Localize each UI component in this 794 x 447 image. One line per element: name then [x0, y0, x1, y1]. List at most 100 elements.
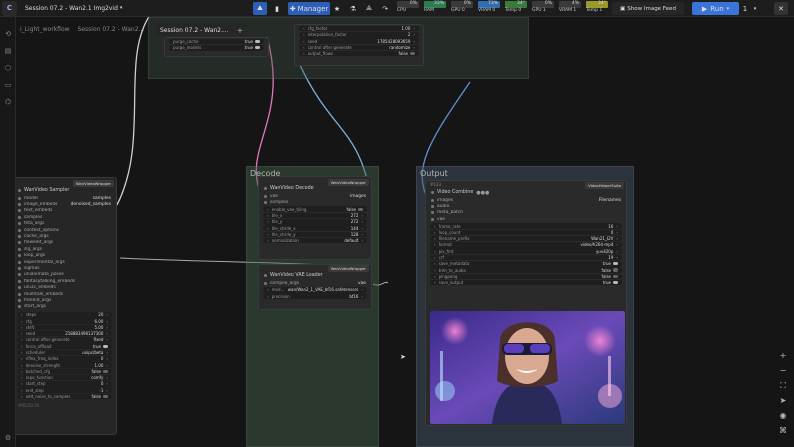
- decrement-icon[interactable]: ‹: [21, 325, 23, 330]
- input-socket-icon[interactable]: [18, 209, 21, 213]
- sampler-widget[interactable]: ‹ batched_cfg false: [17, 368, 112, 375]
- sampler-input[interactable]: sigmas: [13, 265, 116, 271]
- sampler-widget[interactable]: ‹ seed 218883496137300 ›: [17, 330, 112, 337]
- sampler-widget[interactable]: ‹ start_step 0 ›: [17, 381, 112, 387]
- sampler-input[interactable]: loop_args: [13, 253, 116, 259]
- increment-icon[interactable]: ›: [106, 319, 108, 324]
- interp-widget[interactable]: ‹ output_flows false: [299, 50, 419, 57]
- queue-options-icon[interactable]: ▾: [751, 2, 759, 15]
- combine-widget[interactable]: ‹ filename_prefix Wan21_I2V ›: [430, 235, 622, 242]
- sampler-input[interactable]: uni3c_embeds: [13, 284, 116, 290]
- share-icon[interactable]: ⚗: [348, 2, 358, 15]
- session-title[interactable]: Session 07.2 - Wan2.1 Img2vid ▾: [25, 5, 122, 12]
- increment-icon[interactable]: ›: [106, 375, 108, 380]
- increment-icon[interactable]: ›: [616, 255, 618, 260]
- decrement-icon[interactable]: ‹: [303, 45, 305, 50]
- increment-icon[interactable]: ›: [413, 45, 415, 50]
- sampler-widget[interactable]: ‹ riflex_freq_index 0 ›: [17, 356, 112, 362]
- input-socket-icon[interactable]: [264, 194, 267, 198]
- decrement-icon[interactable]: ‹: [21, 337, 23, 342]
- sampler-input[interactable]: freeinit_args: [13, 297, 116, 303]
- sampler-widget[interactable]: ‹ rope_function comfy ›: [17, 374, 112, 381]
- decrement-icon[interactable]: ‹: [267, 219, 269, 224]
- workflow-tab-active[interactable]: Session 07.2 - Wan2.... +: [156, 24, 248, 36]
- combine-widget[interactable]: ‹ crf 19 ›: [430, 254, 622, 261]
- combine-widget[interactable]: ‹ format video/h264-mp4 ›: [430, 242, 622, 248]
- input-socket-icon[interactable]: [431, 211, 434, 215]
- close-icon[interactable]: ✕: [774, 2, 788, 15]
- decrement-icon[interactable]: ‹: [21, 331, 23, 336]
- input-socket-icon[interactable]: [18, 247, 21, 251]
- input-socket-icon[interactable]: [18, 235, 21, 239]
- add-tab-icon[interactable]: +: [237, 26, 244, 35]
- increment-icon[interactable]: ›: [361, 219, 363, 224]
- purge-cache-widget[interactable]: purge_cache true: [169, 38, 264, 45]
- decrement-icon[interactable]: ‹: [267, 294, 269, 299]
- sampler-input[interactable]: multitalk_embeds: [13, 291, 116, 297]
- input-socket-icon[interactable]: [18, 305, 21, 309]
- collapse-dot-icon[interactable]: [18, 189, 21, 192]
- workflow-tab[interactable]: i_Light_workflow: [16, 24, 74, 36]
- sampler-input[interactable]: text_embeds: [13, 208, 116, 214]
- decrement-icon[interactable]: ‹: [267, 232, 269, 237]
- decode-input[interactable]: samples: [259, 199, 371, 205]
- increment-icon[interactable]: ›: [361, 232, 363, 237]
- fit-view-icon[interactable]: ⛶: [777, 380, 789, 392]
- input-socket-icon[interactable]: [18, 279, 21, 283]
- increment-icon[interactable]: ›: [616, 224, 618, 229]
- decrement-icon[interactable]: ‹: [21, 363, 23, 368]
- decrement-icon[interactable]: ‹: [21, 381, 23, 386]
- input-socket-icon[interactable]: [18, 266, 21, 270]
- increment-icon[interactable]: ›: [413, 26, 415, 31]
- interp-widget[interactable]: ‹ cfg_factor 1.00 ›: [299, 25, 419, 32]
- interp-widget[interactable]: ‹ control after generate randomize ›: [299, 44, 419, 51]
- sampler-widget[interactable]: ‹ denoise_strength 1.00 ›: [17, 362, 112, 368]
- increment-icon[interactable]: ›: [413, 32, 415, 37]
- sampler-input[interactable]: samples: [13, 214, 116, 220]
- combine-widget[interactable]: ‹ trim_to_audio false: [430, 267, 622, 273]
- input-socket-icon[interactable]: [264, 201, 267, 205]
- pointer-icon[interactable]: ➤: [777, 395, 789, 407]
- decode-widget[interactable]: ‹ enable_vae_tiling false: [263, 206, 367, 213]
- decrement-icon[interactable]: ‹: [434, 230, 436, 235]
- decode-widget[interactable]: ‹ tile_y 272 ›: [263, 219, 367, 225]
- workflow-tab[interactable]: Session 07.2 - Wan2...: [74, 24, 149, 36]
- sampler-input[interactable]: context_options: [13, 227, 116, 233]
- interp-widget[interactable]: ‹ seed 1785428093659 ›: [299, 38, 419, 44]
- decrement-icon[interactable]: ‹: [303, 51, 305, 56]
- wanvideo-decode-node[interactable]: WanVideoWrapper WanVideo Decode vae image…: [258, 176, 372, 260]
- sampler-widget[interactable]: ‹ add_noise_to_samples false: [17, 393, 112, 400]
- decrement-icon[interactable]: ‹: [21, 388, 23, 393]
- decrement-icon[interactable]: ‹: [303, 32, 305, 37]
- sampler-input[interactable]: experimental_args: [13, 259, 116, 265]
- decrement-icon[interactable]: ‹: [21, 394, 23, 399]
- decrement-icon[interactable]: ‹: [21, 369, 23, 374]
- vae-widget[interactable]: ‹ mod... wan/Wan2_1_VAE_bf16.safetensors ›: [263, 287, 367, 293]
- decrement-icon[interactable]: ‹: [267, 226, 269, 231]
- decrement-icon[interactable]: ‹: [434, 255, 436, 260]
- decrement-icon[interactable]: ‹: [267, 287, 269, 292]
- decrement-icon[interactable]: ‹: [434, 242, 436, 247]
- zoom-out-icon[interactable]: −: [777, 365, 789, 377]
- combine-widget[interactable]: ‹ save_output true: [430, 279, 622, 286]
- decrement-icon[interactable]: ‹: [21, 350, 23, 355]
- input-socket-icon[interactable]: [18, 222, 21, 226]
- sampler-input[interactable]: cache_args: [13, 233, 116, 239]
- vae-input[interactable]: compile_args vae: [259, 280, 371, 286]
- decode-widget[interactable]: ‹ normalization default ›: [263, 237, 367, 244]
- combine-widget[interactable]: ‹ pingpong false: [430, 273, 622, 280]
- input-socket-icon[interactable]: [18, 286, 21, 290]
- sampler-input[interactable]: unianimate_poses: [13, 272, 116, 278]
- decrement-icon[interactable]: ‹: [21, 319, 23, 324]
- increment-icon[interactable]: ›: [361, 213, 363, 218]
- sampler-input[interactable]: feta_args: [13, 221, 116, 227]
- purge-models-widget[interactable]: purge_models true: [169, 44, 264, 51]
- memory-cleanup-node[interactable]: purge_cache true purge_models true: [164, 37, 269, 57]
- decrement-icon[interactable]: ‹: [434, 249, 436, 254]
- input-socket-icon[interactable]: [431, 198, 434, 202]
- combine-widget[interactable]: ‹ pix_fmt yuv420p ›: [430, 248, 622, 254]
- sampler-widget[interactable]: ‹ force_offload true: [17, 343, 112, 350]
- sampler-input[interactable]: slg_args: [13, 246, 116, 252]
- increment-icon[interactable]: ›: [106, 356, 108, 361]
- queue-count[interactable]: 1: [741, 2, 749, 15]
